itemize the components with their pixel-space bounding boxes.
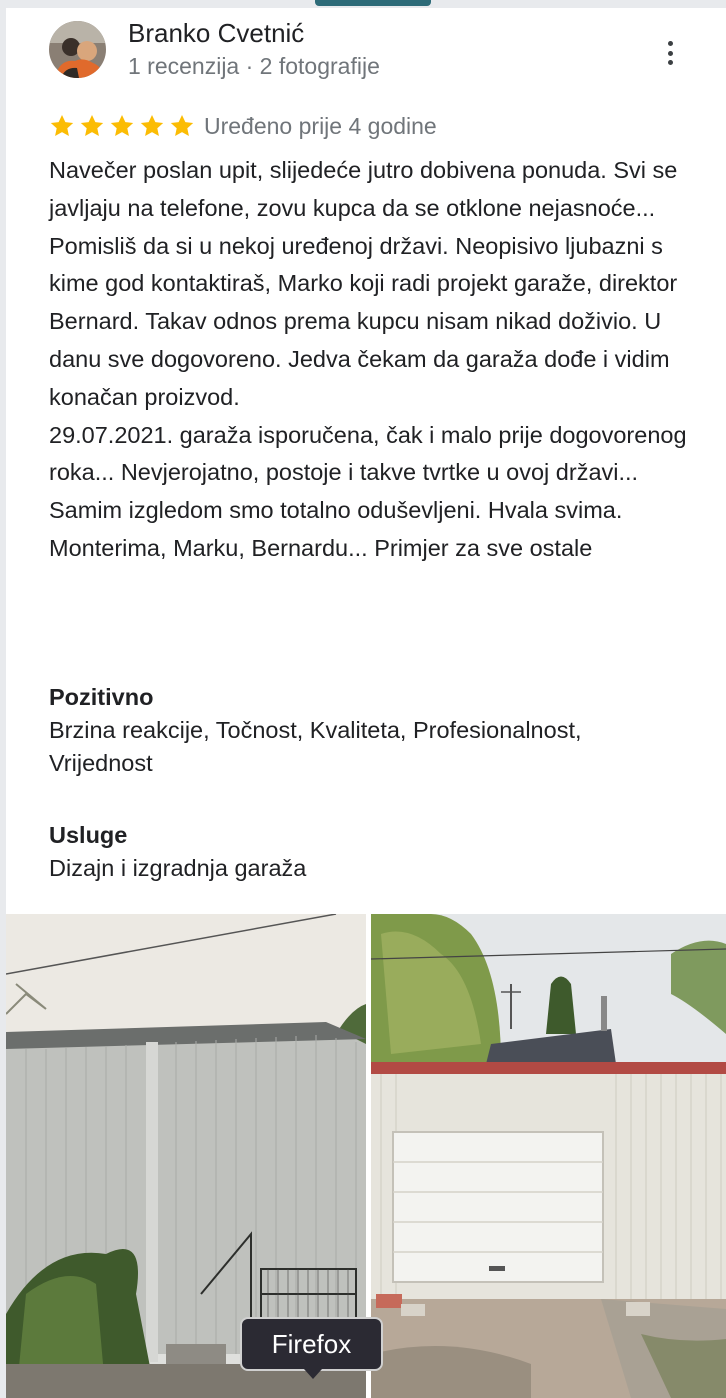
avatar[interactable]: [49, 21, 106, 78]
review-photo-2[interactable]: [371, 914, 726, 1398]
section-title-positive: Pozitivno: [49, 684, 154, 710]
star-icon: [50, 114, 74, 136]
reviewer-name[interactable]: Branko Cvetnić: [128, 18, 304, 49]
more-dot: [667, 50, 673, 56]
section-value-positive: Brzina reakcije, Točnost, Kvaliteta, Pro…: [49, 717, 582, 776]
star-icon: [170, 114, 194, 136]
more-dot: [667, 60, 673, 65]
star-rating: [49, 113, 195, 139]
tooltip-arrow: [304, 1369, 322, 1379]
review-text: Navečer poslan upit, slijedeće jutro dob…: [49, 157, 687, 561]
scroll-handle[interactable]: [315, 0, 431, 6]
edited-label: Uređeno prije 4 godine: [204, 113, 437, 139]
reviewer-meta: 1 recenzija · 2 fotografije: [128, 53, 380, 79]
star-icon: [110, 114, 134, 136]
star-icon: [80, 114, 104, 136]
more-dot: [667, 41, 673, 46]
more-vert-icon[interactable]: [656, 38, 684, 68]
section-title-services: Usluge: [49, 822, 128, 848]
section-value-services: Dizajn i izgradnja garaža: [49, 855, 307, 881]
firefox-tooltip: Firefox: [240, 1317, 383, 1371]
star-icon: [140, 114, 164, 136]
